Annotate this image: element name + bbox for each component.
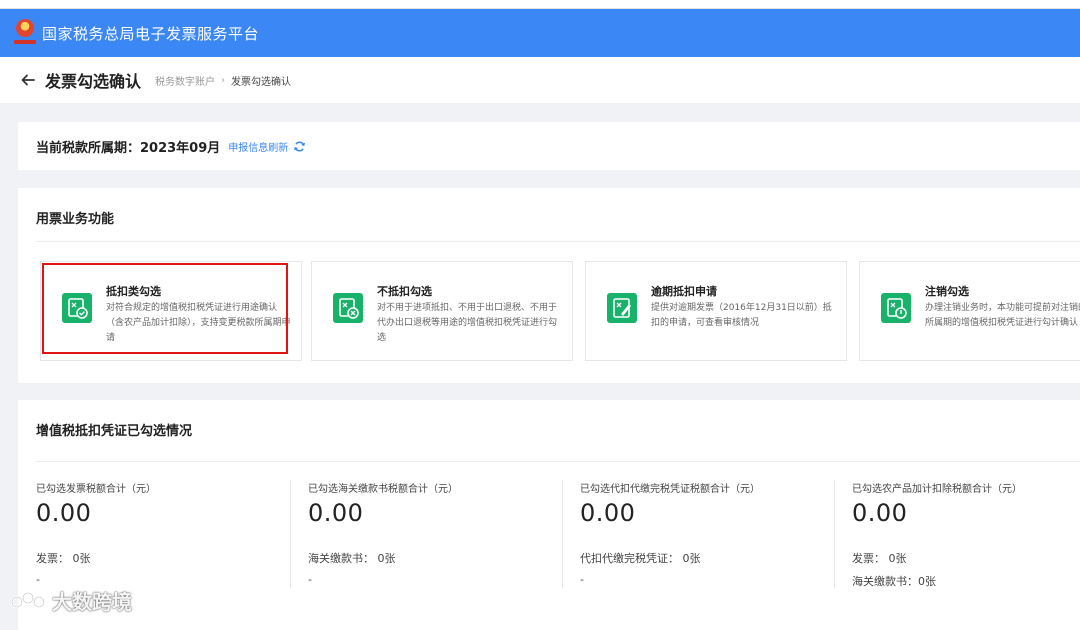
chevron-right-icon: › [221,74,226,86]
function-description: 对不用于进项抵扣、不用于出口退税、不用于代办出口退税等用途的增值税扣税凭证进行勾… [377,303,558,343]
stat-label: 已勾选农产品加计扣除税额合计（元） [852,484,1022,495]
period-card: 当前税款所属期：2023年09月 申报信息刷新 [18,122,1080,170]
watermark-text: 大数跨境 [52,590,132,614]
page-titlebar: 发票勾选确认 税务数字账户 › 发票勾选确认 [0,57,1080,103]
function-name: 抵扣类勾选 [106,285,161,298]
function-name: 逾期抵扣申请 [651,285,717,298]
deduct-check-icon [62,293,92,323]
section-divider [36,461,1080,462]
stat-withholding-tax: 已勾选代扣代缴完税凭证税额合计（元） 0.00 代扣代缴完税凭证： 0张 - [562,480,852,600]
summary-section-title: 增值税抵扣凭证已勾选情况 [36,424,193,439]
summary-card: 增值税抵扣凭证已勾选情况 已勾选发票税额合计（元） 0.00 发票： 0张 - … [18,400,1080,630]
breadcrumb-item-account[interactable]: 税务数字账户 [155,73,215,88]
tax-emblem-logo [14,17,36,49]
tax-period-label: 当前税款所属期：2023年09月 [36,140,221,156]
column-divider [290,480,291,588]
browser-strip [0,0,1080,9]
stat-label: 已勾选发票税额合计（元） [36,484,156,495]
stat-value: 0.00 [308,499,364,527]
stat-extra: - [580,573,584,586]
stat-count: 代扣代缴完税凭证： 0张 [580,552,701,565]
function-card-overdue[interactable]: 逾期抵扣申请 提供对逾期发票（2016年12月31日以前）抵扣的申请，可查看审核… [585,261,847,361]
stat-customs-tax: 已勾选海关缴款书税额合计（元） 0.00 海关缴款书： 0张 - [290,480,580,600]
function-name: 不抵扣勾选 [377,285,432,298]
stat-value: 0.00 [580,499,636,527]
breadcrumb: 税务数字账户 › 发票勾选确认 [155,73,291,88]
refresh-declaration-link[interactable]: 申报信息刷新 [228,139,306,154]
stat-value: 0.00 [852,499,908,527]
function-card-deduct[interactable]: 抵扣类勾选 对符合规定的增值税扣税凭证进行用途确认（含农产品加计扣除），支持变更… [40,261,302,361]
stat-label: 已勾选海关缴款书税额合计（元） [308,484,458,495]
function-description: 对符合规定的增值税扣税凭证进行用途确认（含农产品加计扣除），支持变更税款所属期申… [106,303,291,343]
page-title: 发票勾选确认 [45,72,142,91]
function-description: 办理注销业务时，本功能可提前对注销的税款所属期的增值税扣税凭证进行勾计确认 [925,303,1080,328]
functions-section-title: 用票业务功能 [36,212,115,227]
stat-invoice-tax: 已勾选发票税额合计（元） 0.00 发票： 0张 - [36,480,308,600]
breadcrumb-item-current: 发票勾选确认 [231,76,292,88]
arrow-left-icon[interactable] [20,72,36,88]
function-card-no-deduct[interactable]: 不抵扣勾选 对不用于进项抵扣、不用于出口退税、不用于代办出口退税等用途的增值税扣… [311,261,573,361]
stat-value: 0.00 [36,499,92,527]
cancel-power-icon [881,293,911,323]
stat-agri-deduction: 已勾选农产品加计扣除税额合计（元） 0.00 发票： 0张 海关缴款书：0张 [834,480,1080,600]
refresh-icon[interactable] [293,140,306,153]
watermark-logo-icon [10,591,46,608]
stat-count: 发票： 0张 [852,552,907,565]
stat-count: 海关缴款书： 0张 [308,552,396,565]
section-divider [36,241,1080,242]
refresh-link-label[interactable]: 申报信息刷新 [228,139,288,154]
functions-card: 用票业务功能 抵扣类勾选 对符合规定的增值税扣税凭证进行用途确认（含农产品加计扣… [18,188,1080,383]
stat-label: 已勾选代扣代缴完税凭证税额合计（元） [580,484,760,495]
platform-title: 国家税务总局电子发票服务平台 [42,24,260,43]
stat-extra: - [36,573,40,586]
no-deduct-icon [333,293,363,323]
stat-extra: - [308,573,312,586]
function-name: 注销勾选 [925,285,969,298]
column-divider [562,480,563,588]
function-card-cancel[interactable]: 注销勾选 办理注销业务时，本功能可提前对注销的税款所属期的增值税扣税凭证进行勾计… [859,261,1080,361]
function-description: 提供对逾期发票（2016年12月31日以前）抵扣的申请，可查看审核情况 [651,303,832,328]
top-header: 国家税务总局电子发票服务平台 [0,9,1080,57]
overdue-edit-icon [607,293,637,323]
watermark: 大数跨境 [10,586,132,615]
column-divider [834,480,835,588]
stat-count: 发票： 0张 [36,552,91,565]
stat-extra: 海关缴款书：0张 [852,575,936,588]
